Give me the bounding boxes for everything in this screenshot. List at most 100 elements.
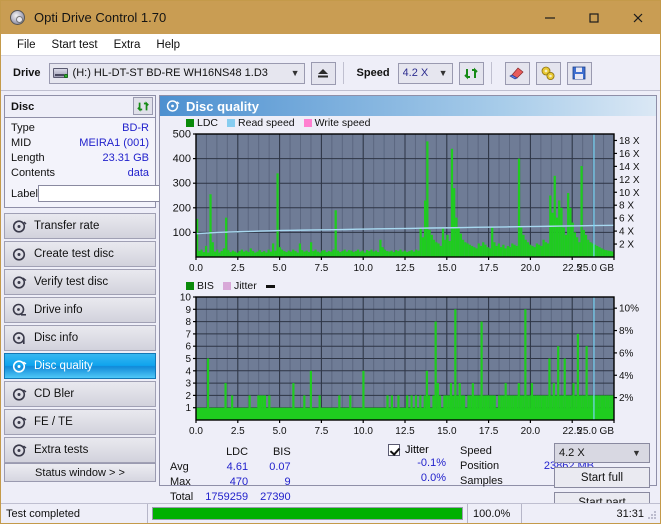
menu-item-file[interactable]: File (9, 37, 44, 53)
speed-label: Speed (356, 67, 390, 79)
svg-text:2: 2 (185, 391, 191, 402)
app-disc-icon (9, 9, 27, 27)
svg-text:4%: 4% (619, 371, 634, 382)
sidebar-item-cd-bler[interactable]: CD Bler (4, 381, 156, 407)
table-row: Max 470 9 (168, 474, 297, 489)
sidebar-item-fe-te[interactable]: FE / TE (4, 409, 156, 435)
left-sidebar: Disc Type BD-R MID MEIRA1 (001) Length 2… (1, 91, 235, 486)
title-bar: Opti Drive Control 1.70 (1, 1, 660, 34)
eject-button[interactable] (310, 61, 336, 85)
svg-text:7.5: 7.5 (314, 263, 328, 274)
elapsed-time: 31:31 (521, 503, 660, 523)
disc-label-key: Label (11, 187, 38, 200)
disc-detail-icon (12, 331, 27, 346)
svg-text:2.5: 2.5 (231, 426, 245, 437)
drive-label: Drive (13, 67, 41, 79)
progress-percent: 100.0% (467, 503, 521, 523)
eraser-button[interactable] (504, 61, 530, 85)
svg-text:17.5: 17.5 (479, 426, 499, 437)
legend-swatch-read-speed (227, 119, 236, 127)
disc-key: MID (11, 137, 32, 149)
status-message: Test completed (6, 507, 80, 520)
disc-value: MEIRA1 (001) (79, 137, 149, 149)
legend-swatch-marker (265, 284, 275, 288)
disc-refresh-button[interactable] (133, 97, 153, 115)
svg-text:100: 100 (173, 227, 191, 239)
menu-item-extra[interactable]: Extra (106, 37, 149, 53)
menu-item-start-test[interactable]: Start test (44, 37, 106, 53)
sidebar-item-label: Disc info (34, 332, 79, 344)
jitter-toggle[interactable]: Jitter (388, 444, 446, 456)
resize-grip[interactable] (646, 509, 658, 521)
svg-text:10: 10 (180, 293, 192, 304)
disc-value: BD-R (122, 122, 149, 134)
row-label: Avg (170, 460, 189, 473)
app-window: Opti Drive Control 1.70 File Start test … (0, 0, 661, 524)
speed-select[interactable]: 4.2 X ▼ (397, 62, 453, 84)
svg-text:14 X: 14 X (619, 162, 640, 173)
ldc-chart: LDC Read speed Write speed 100 200 300 400 5… (160, 116, 656, 279)
sidebar-item-disc-quality[interactable]: Disc quality (4, 353, 156, 379)
table-row: Total 1759259 27390 (168, 489, 297, 504)
svg-text:16 X: 16 X (619, 149, 640, 160)
minimize-icon[interactable] (528, 1, 572, 34)
bis-plot: 1 2 3 4 5 6 7 8 9 10 2% 4% 6% 8% 10% 0.0 2.5 5.0 7.5 10.0 12… (160, 292, 656, 442)
svg-text:12.5: 12.5 (395, 426, 415, 437)
svg-text:3: 3 (185, 379, 191, 390)
refresh-button[interactable] (458, 61, 484, 85)
svg-text:8: 8 (185, 317, 191, 328)
sidebar-item-extra-tests[interactable]: Extra tests (4, 437, 156, 463)
close-icon[interactable] (616, 1, 660, 34)
disc-row-type: Type BD-R (11, 121, 149, 136)
svg-text:4: 4 (185, 366, 191, 377)
svg-text:1: 1 (185, 403, 191, 414)
status-bar: Test completed 100.0% 31:31 (1, 503, 660, 523)
ldc-legend: LDC Read speed Write speed (160, 116, 656, 129)
sidebar-item-drive-info[interactable]: Drive info (4, 297, 156, 323)
svg-text:9: 9 (185, 305, 191, 316)
gears-button[interactable] (535, 61, 561, 85)
jitter-checkbox[interactable] (388, 444, 400, 456)
legend-label: LDC (197, 117, 219, 129)
status-window-button[interactable]: Status window > > (4, 463, 156, 482)
maximize-icon[interactable] (572, 1, 616, 34)
disc-key: Contents (11, 167, 56, 179)
legend-label: Jitter (233, 280, 257, 292)
toolbar-divider-1 (342, 62, 344, 84)
save-button[interactable] (566, 61, 592, 85)
disc-label-row: Label (11, 184, 235, 203)
chevron-down-icon: ▼ (290, 68, 300, 78)
disc-quality-icon (166, 99, 180, 113)
sidebar-item-disc-info[interactable]: Disc info (4, 325, 156, 351)
drive-select-value: (H:) HL-DT-ST BD-RE WH16NS48 1.D3 (72, 67, 268, 79)
sidebar-item-label: FE / TE (34, 416, 73, 428)
sidebar-item-verify-test-disc[interactable]: Verify test disc (4, 269, 156, 295)
svg-text:7.5: 7.5 (314, 426, 328, 437)
col-ldc: LDC (226, 445, 249, 458)
sidebar-item-transfer-rate[interactable]: Transfer rate (4, 213, 156, 239)
disc-box-title: Disc (11, 100, 35, 113)
start-full-button[interactable]: Start full (554, 467, 650, 488)
svg-text:300: 300 (173, 178, 191, 190)
disc-key: Length (11, 152, 45, 164)
cell-ldc: 1759259 (205, 490, 249, 503)
svg-text:0.0: 0.0 (189, 426, 203, 437)
bis-legend: BIS Jitter (160, 279, 656, 292)
disc-verify-icon (12, 275, 27, 290)
drive-select[interactable]: (H:) HL-DT-ST BD-RE WH16NS48 1.D3 ▼ (48, 62, 305, 84)
sidebar-item-create-test-disc[interactable]: Create test disc (4, 241, 156, 267)
menu-item-help[interactable]: Help (148, 37, 188, 53)
svg-text:5: 5 (185, 354, 191, 365)
svg-text:6 X: 6 X (619, 214, 634, 225)
progress-fill (153, 508, 462, 519)
sidebar-item-label: Disc quality (34, 360, 93, 372)
disc-speed-icon (12, 219, 27, 234)
legend-read-speed: Read speed (227, 117, 295, 129)
sidebar-item-label: CD Bler (34, 388, 75, 400)
legend-swatch-bis (186, 282, 194, 290)
test-speed-select[interactable]: 4.2 X ▼ (554, 443, 650, 463)
sidebar-item-label: Verify test disc (34, 276, 109, 288)
disc-properties: Type BD-R MID MEIRA1 (001) Length 23.31 … (5, 118, 235, 207)
svg-text:5.0: 5.0 (273, 263, 287, 274)
disc-value: 23.31 GB (102, 152, 149, 164)
